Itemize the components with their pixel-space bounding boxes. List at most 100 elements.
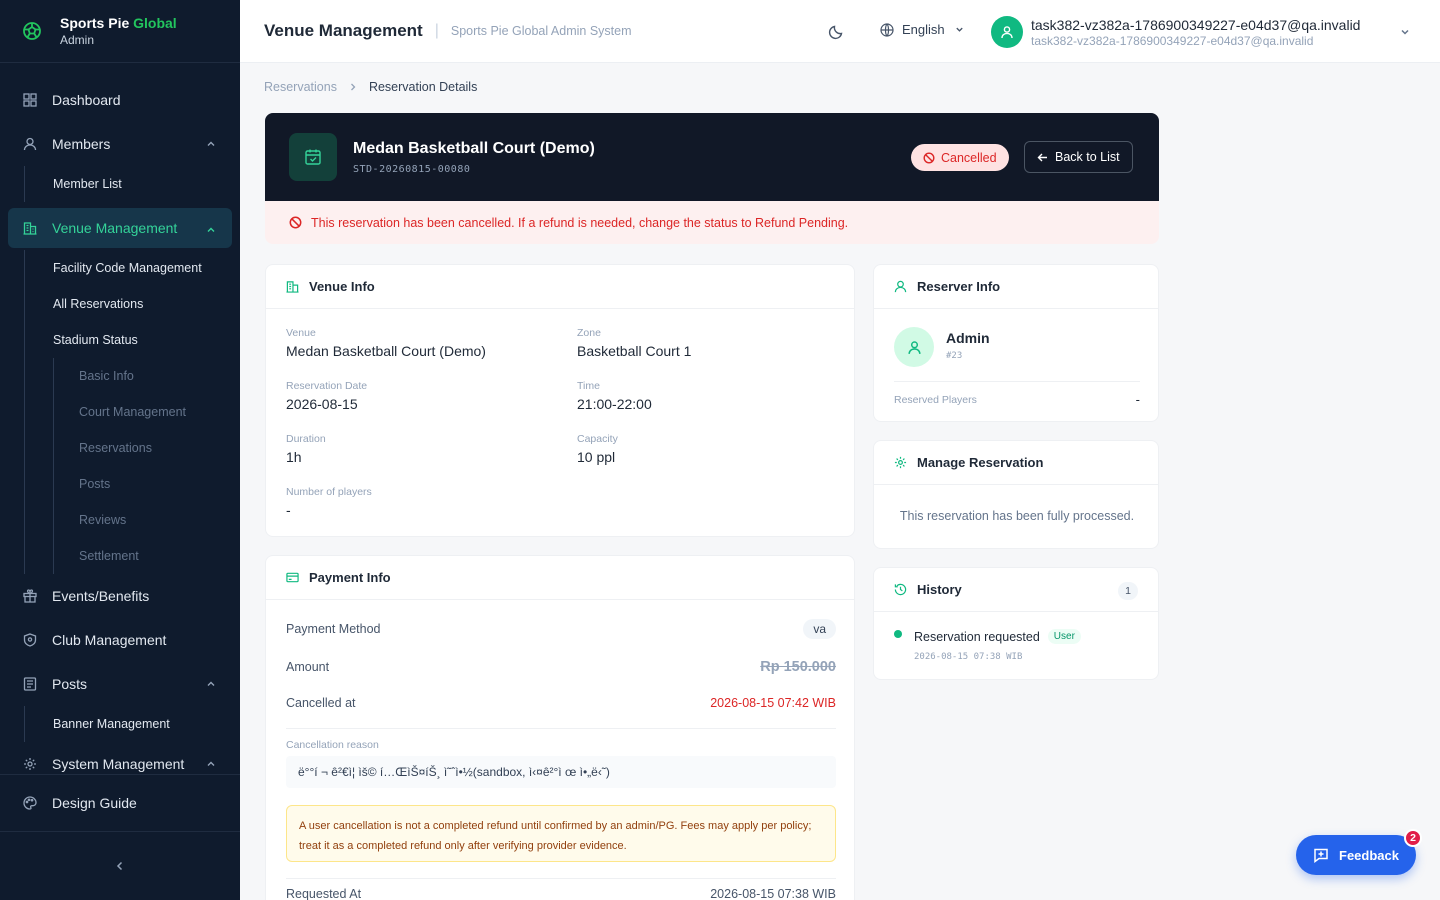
sidebar-item-events[interactable]: Events/Benefits [0, 574, 240, 618]
sidebar-item-venue-management[interactable]: Venue Management [8, 208, 232, 248]
history-card: History 1 Reservation requested User 202… [873, 567, 1159, 680]
divider [286, 878, 836, 879]
credit-card-icon [286, 572, 299, 583]
sidebar-item-system-management[interactable]: System Management [0, 742, 240, 774]
stadium-submenu: Basic Info Court Management Reservations… [53, 358, 240, 574]
ball-logo-icon [23, 22, 41, 40]
chevron-up-icon [207, 681, 215, 686]
header-divider: | [434, 22, 439, 39]
sidebar-item-facility-code[interactable]: Facility Code Management [25, 250, 240, 286]
breadcrumb-reservations[interactable]: Reservations [264, 80, 337, 94]
zone-field: Zone Basketball Court 1 [577, 327, 692, 359]
amount-row: Amount Rp 150.000 [286, 659, 836, 675]
brand-role: Admin [60, 33, 95, 47]
history-time: 2026-08-15 07:38 WIB [914, 652, 1023, 662]
sidebar-item-reservations[interactable]: Reservations [54, 430, 240, 466]
reserver-name: Admin [946, 330, 990, 346]
cancelled-at-value: 2026-08-15 07:42 WIB [710, 696, 836, 710]
duration-field: Duration 1h [286, 433, 326, 465]
user-icon [907, 340, 921, 354]
history-entry: Reservation requested User [914, 629, 1081, 644]
user-icon [894, 280, 907, 293]
building-icon [286, 281, 299, 293]
brand[interactable]: Sports Pie Global Admin [0, 0, 240, 63]
sidebar-item-basic-info[interactable]: Basic Info [54, 358, 240, 394]
chevron-down-icon[interactable] [1400, 27, 1410, 37]
cancellation-reason-label: Cancellation reason [286, 739, 379, 751]
refund-warning: A user cancellation is not a completed r… [286, 805, 836, 862]
chevron-up-icon [207, 227, 215, 232]
collapse-sidebar-button[interactable] [0, 831, 240, 900]
page-subtitle: Sports Pie Global Admin System [450, 24, 632, 38]
sidebar-footer: Design Guide [0, 774, 240, 825]
language-selector[interactable]: English [880, 22, 964, 37]
reserver-info-card: Reserver Info Admin #23 Reserved Players… [873, 264, 1159, 422]
reserved-players-row: Reserved Players - [894, 392, 1140, 407]
manage-message: This reservation has been fully processe… [899, 509, 1135, 523]
sidebar-item-dashboard[interactable]: Dashboard [0, 78, 240, 122]
cancellation-reason: ë°°í ¬ ê²€ì¦ ìš© í…ŒìŠ¤íŠ¸ ì˜ˆì•½(sandbo… [286, 756, 836, 788]
sidebar-item-member-list[interactable]: Member List [25, 166, 240, 202]
amount-value: Rp 150.000 [760, 659, 836, 675]
gear-icon [23, 757, 37, 771]
user-icon [1001, 26, 1013, 39]
sidebar-item-banner-management[interactable]: Banner Management [25, 706, 240, 742]
posts-submenu: Banner Management [24, 706, 240, 742]
manage-reservation-header: Manage Reservation [874, 441, 1158, 485]
requested-at-row: Requested At 2026-08-15 07:38 WIB [286, 887, 836, 900]
sidebar-item-posts[interactable]: Posts [0, 662, 240, 706]
sidebar-item-all-reservations[interactable]: All Reservations [25, 286, 240, 322]
payment-info-header: Payment Info [266, 556, 854, 600]
dark-mode-toggle-icon[interactable] [828, 24, 844, 40]
calendar-icon [289, 133, 337, 181]
sidebar-item-stadium-status[interactable]: Stadium Status [25, 322, 240, 358]
chevron-up-icon [207, 761, 215, 766]
reserver-avatar [894, 327, 934, 367]
avatar [991, 16, 1023, 48]
breadcrumb-current: Reservation Details [368, 80, 478, 94]
history-tag: User [1047, 629, 1081, 644]
building-icon [23, 221, 37, 235]
sidebar-item-members[interactable]: Members [0, 122, 240, 166]
feedback-count-badge: 2 [1404, 829, 1422, 847]
history-count-badge: 1 [1118, 582, 1138, 600]
breadcrumb: Reservations Reservation Details [264, 80, 477, 94]
reservation-date-field: Reservation Date 2026-08-15 [286, 380, 368, 412]
history-icon [894, 583, 907, 596]
feedback-button[interactable]: Feedback [1296, 835, 1416, 875]
shield-icon [23, 633, 37, 647]
capacity-field: Capacity 10 ppl [577, 433, 618, 465]
venue-info-card: Venue Info Venue Medan Basketball Court … [265, 264, 855, 537]
palette-icon [23, 796, 37, 810]
cancelled-alert: This reservation has been cancelled. If … [265, 201, 1159, 244]
page-title: Venue Management [264, 21, 423, 40]
message-plus-icon [1314, 848, 1328, 863]
sidebar-item-reviews[interactable]: Reviews [54, 502, 240, 538]
ban-icon [923, 151, 935, 164]
sidebar-item-design-guide[interactable]: Design Guide [0, 781, 240, 825]
globe-icon [880, 22, 894, 37]
sidebar-item-court-management[interactable]: Court Management [54, 394, 240, 430]
payment-method-row: Payment Method va [286, 619, 836, 639]
back-to-list-button[interactable]: Back to List [1024, 141, 1133, 173]
sidebar-item-settlement[interactable]: Settlement [54, 538, 240, 574]
members-submenu: Member List [24, 166, 240, 202]
chevron-down-icon [955, 27, 963, 32]
reservation-code: STD-20260815-00080 [353, 163, 471, 175]
payment-info-card: Payment Info Payment Method va Amount Rp… [265, 555, 855, 900]
chevron-right-icon [350, 83, 356, 91]
user-name: task382-vz382a-1786900349227-e04d37@qa.i… [1031, 16, 1361, 33]
ban-icon [289, 216, 302, 229]
sidebar-item-stadium-posts[interactable]: Posts [54, 466, 240, 502]
chevron-up-icon [207, 141, 215, 146]
user-email: task382-vz382a-1786900349227-e04d37@qa.i… [1031, 33, 1314, 48]
status-badge: Cancelled [911, 144, 1009, 171]
user-menu[interactable]: task382-vz382a-1786900349227-e04d37@qa.i… [991, 16, 1360, 48]
gift-icon [23, 589, 37, 603]
sidebar: Sports Pie Global Admin Dashboard Member… [0, 0, 240, 900]
players-field: Number of players - [286, 486, 372, 518]
sidebar-item-club-management[interactable]: Club Management [0, 618, 240, 662]
divider [894, 381, 1140, 382]
user-icon [23, 137, 37, 151]
manage-reservation-card: Manage Reservation This reservation has … [873, 440, 1159, 549]
